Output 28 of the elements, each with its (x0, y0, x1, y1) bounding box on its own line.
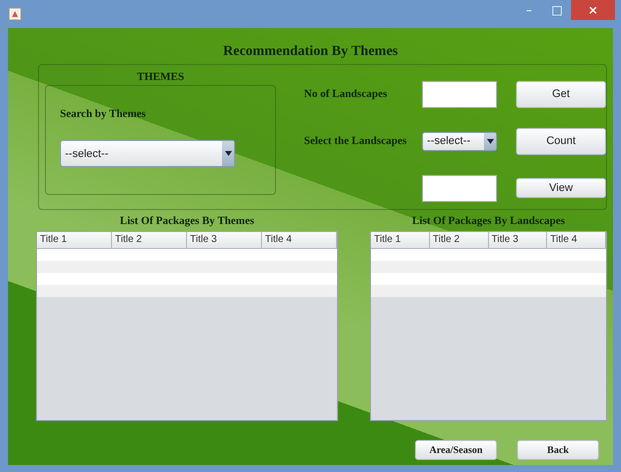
field-label: Search by Themes (60, 108, 147, 120)
column-header[interactable]: Title 4 (547, 232, 606, 248)
table-title: List Of Packages By Themes (120, 215, 254, 228)
field-label: Select the Landscapes (304, 135, 408, 147)
column-header[interactable]: Title 3 (488, 232, 548, 248)
column-header[interactable]: Title 1 (37, 232, 112, 248)
table-title: List Of Packages By Landscapes (412, 215, 565, 228)
close-button[interactable]: × (571, 0, 615, 20)
view-button[interactable]: View (516, 178, 606, 198)
area-season-button[interactable]: Area/Season (415, 440, 497, 460)
get-button[interactable]: Get (516, 80, 606, 108)
column-header[interactable]: Title 2 (430, 232, 488, 248)
view-field[interactable] (422, 174, 497, 202)
landscape-dropdown[interactable]: --select-- (422, 132, 497, 150)
app-icon (8, 7, 22, 21)
field-label: No of Landscapes (304, 88, 388, 100)
dropdown-arrow-icon (486, 138, 494, 144)
page-heading: Recommendation By Themes (222, 44, 399, 60)
count-button[interactable]: Count (516, 128, 606, 154)
theme-dropdown[interactable]: --select-- (60, 140, 235, 167)
column-header[interactable]: Title 3 (187, 232, 262, 248)
count-field[interactable] (422, 80, 497, 108)
column-header[interactable]: Title 4 (262, 232, 337, 248)
dropdown-arrow-icon (224, 151, 232, 156)
group-title: THEMES (137, 71, 186, 83)
column-header[interactable]: Title 2 (112, 232, 187, 248)
back-button[interactable]: Back (517, 440, 599, 460)
column-header[interactable]: Title 1 (371, 232, 430, 248)
